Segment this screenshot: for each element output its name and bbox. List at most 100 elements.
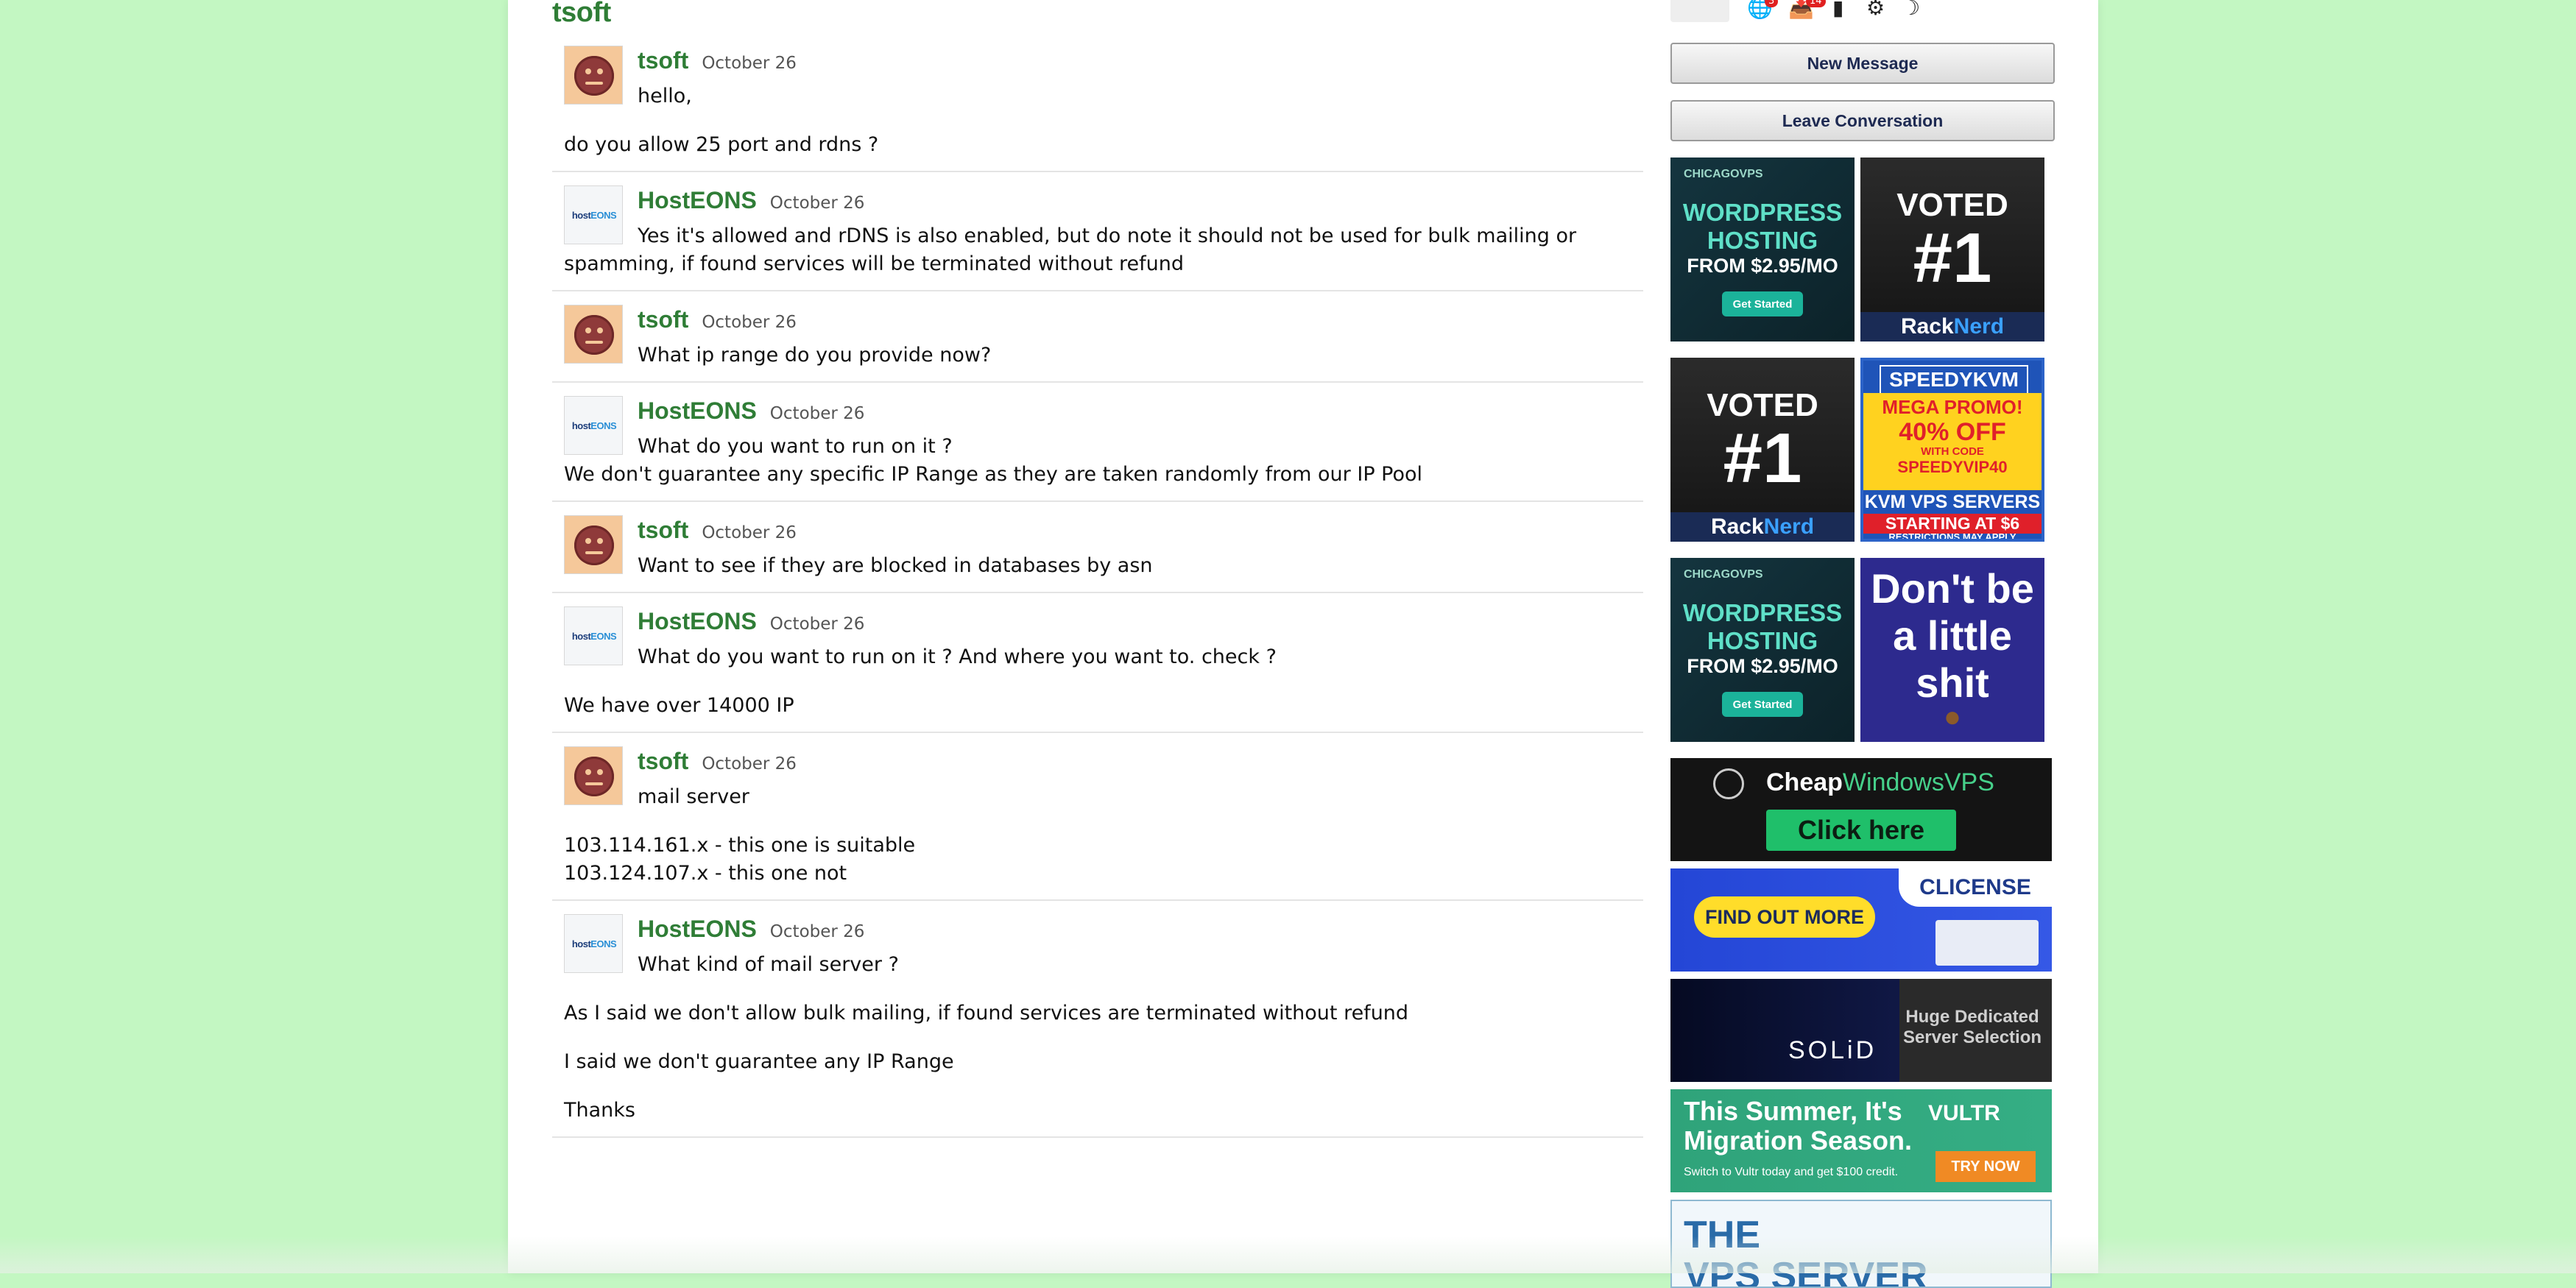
message-date[interactable]: October 26 <box>770 194 865 213</box>
ad-text: Don't be a little shit <box>1871 565 2034 706</box>
message-text: What do you want to run on it ? <box>638 435 953 458</box>
dark-mode-icon[interactable]: ☽ <box>1902 0 1920 20</box>
message-text: I said we don't guarantee any IP Range <box>564 1050 954 1073</box>
message-text: As I said we don't allow bulk mailing, i… <box>564 1002 1409 1025</box>
message-text: spamming, if found services will be term… <box>564 252 1184 275</box>
poop-icon: ● <box>1943 701 1962 733</box>
avatar[interactable] <box>564 305 623 364</box>
avatar[interactable]: hostEONS <box>564 396 623 455</box>
message-date[interactable]: October 26 <box>770 922 865 941</box>
ad-speedykvm[interactable]: SPEEDYKVM MEGA PROMO! 40% OFF WITH CODE … <box>1860 358 2044 542</box>
gear-icon[interactable]: ⚙ <box>1866 0 1885 20</box>
ad-product: KVM VPS SERVERS <box>1864 492 2041 512</box>
ad-headline-2: HOSTING <box>1707 627 1818 654</box>
message-item: hostEONS HostEONS October 26 What do you wa… <box>552 394 1643 502</box>
author-link[interactable]: HostEONS <box>638 916 757 942</box>
host-logo-icon: hostEONS <box>571 420 617 431</box>
ad-solid[interactable]: SOLiD Huge Dedicated Server Selection <box>1670 979 2052 1082</box>
ad-headline-2: HOSTING <box>1707 227 1818 254</box>
ad-cheap-windows-vps[interactable]: CheapWindowsVPS Click here <box>1670 758 2052 861</box>
author-link[interactable]: tsoft <box>638 748 688 774</box>
message-text: What ip range do you provide now? <box>638 344 992 367</box>
host-logo-icon: hostEONS <box>571 631 617 642</box>
avatar[interactable] <box>564 46 623 105</box>
message-header: tsoft October 26 <box>552 44 1643 82</box>
message-date[interactable]: October 26 <box>702 523 797 542</box>
bottom-fade <box>0 1236 2576 1273</box>
ad-logo: VULTR <box>1928 1101 2000 1125</box>
message-text: Thanks <box>564 1099 635 1122</box>
user-face-icon <box>574 526 614 565</box>
message-date[interactable]: October 26 <box>770 615 865 634</box>
ad-subtext: Switch to Vultr today and get $100 credi… <box>1684 1166 1899 1178</box>
inbox-badge: 14 <box>1806 0 1826 7</box>
ad-screenshot <box>1935 920 2039 966</box>
ad-price: STARTING AT $6 <box>1863 514 2042 534</box>
message-text: What do you want to run on it ? And wher… <box>638 645 1277 668</box>
ad-cta-button[interactable]: Get Started <box>1722 692 1803 717</box>
author-link[interactable]: HostEONS <box>638 608 757 634</box>
message-header: HostEONS October 26 <box>552 394 1643 433</box>
message-header: HostEONS October 26 <box>552 913 1643 951</box>
leave-conversation-button[interactable]: Leave Conversation <box>1670 100 2055 141</box>
message-text: mail server <box>638 785 749 808</box>
author-link[interactable]: HostEONS <box>638 187 757 213</box>
message-date[interactable]: October 26 <box>702 313 797 332</box>
ad-cta-button[interactable]: Click here <box>1766 810 1956 851</box>
bookmark-icon[interactable]: ▮ <box>1832 0 1843 20</box>
user-face-icon <box>574 315 614 355</box>
message-text: What kind of mail server ? <box>638 953 899 976</box>
message-text: do you allow 25 port and rdns ? <box>564 133 879 156</box>
user-face-icon <box>574 56 614 96</box>
ad-vultr[interactable]: This Summer, It's Migration Season. Switc… <box>1670 1089 2052 1192</box>
ad-brand: Rack Nerd <box>1670 512 1855 542</box>
ad-title-b: Windows <box>1842 768 1944 796</box>
ad-chicagovps-2[interactable]: CHICAGOVPS WORDPRESS HOSTING FROM $2.95/M… <box>1670 558 1855 742</box>
author-link[interactable]: HostEONS <box>638 397 757 424</box>
avatar[interactable]: hostEONS <box>564 185 623 244</box>
ad-racknerd-2[interactable]: VOTED #1 Rack Nerd <box>1670 358 1855 542</box>
message-text: Yes it's allowed and rDNS is also enable… <box>638 224 1577 247</box>
message-item: hostEONS HostEONS October 26 Yes it's allow… <box>552 184 1643 291</box>
ad-title-c: VPS <box>1944 768 1994 796</box>
ad-clicense[interactable]: FIND OUT MORE CLICENSE <box>1670 868 2052 972</box>
message-date[interactable]: October 26 <box>702 754 797 774</box>
ad-chicagovps-1[interactable]: CHICAGOVPS WORDPRESS HOSTING FROM $2.95/M… <box>1670 158 1855 342</box>
message-header: HostEONS October 26 <box>552 184 1643 222</box>
avatar[interactable]: hostEONS <box>564 606 623 665</box>
avatar[interactable] <box>564 515 623 574</box>
ad-header: SPEEDYKVM <box>1880 365 2028 394</box>
message-body: Yes it's allowed and rDNS is also enable… <box>552 222 1643 278</box>
page-title: tsoft <box>552 0 611 28</box>
message-date[interactable]: October 26 <box>702 54 797 73</box>
ad-title-a: Cheap <box>1766 768 1843 796</box>
ad-headline: WORDPRESS HOSTING <box>1670 599 1855 655</box>
ad-title: CheapWindowsVPS <box>1766 768 1994 797</box>
ad-price: FROM $2.95/MO <box>1687 655 1838 677</box>
message-date[interactable]: October 26 <box>770 404 865 423</box>
author-link[interactable]: tsoft <box>638 47 688 74</box>
avatar[interactable] <box>564 746 623 805</box>
new-message-button[interactable]: New Message <box>1670 43 2055 84</box>
message-item: tsoft October 26 mail server 103.114.161.x … <box>552 745 1643 901</box>
message-item: hostEONS HostEONS October 26 What do you wa… <box>552 605 1643 733</box>
search-box[interactable] <box>1670 0 1729 22</box>
ad-dont-be[interactable]: Don't be a little shit ● <box>1860 558 2044 742</box>
ad-text: Huge Dedicated Server Selection <box>1902 1007 2042 1047</box>
ad-brand-b: Nerd <box>1953 314 2005 339</box>
ad-headline-1: WORDPRESS <box>1682 199 1843 226</box>
ad-brand: CHICAGOVPS <box>1684 168 1763 180</box>
ad-promo-title: MEGA PROMO! <box>1882 396 2023 418</box>
avatar[interactable]: hostEONS <box>564 914 623 973</box>
ad-cta-button[interactable]: FIND OUT MORE <box>1694 896 1875 938</box>
user-face-icon <box>574 757 614 796</box>
ad-cta-button[interactable]: TRY NOW <box>1935 1151 2036 1182</box>
author-link[interactable]: tsoft <box>638 306 688 333</box>
ad-racknerd-1[interactable]: VOTED #1 Rack Nerd <box>1860 158 2044 342</box>
author-link[interactable]: tsoft <box>638 517 688 543</box>
ad-cta-button[interactable]: Get Started <box>1722 291 1803 316</box>
